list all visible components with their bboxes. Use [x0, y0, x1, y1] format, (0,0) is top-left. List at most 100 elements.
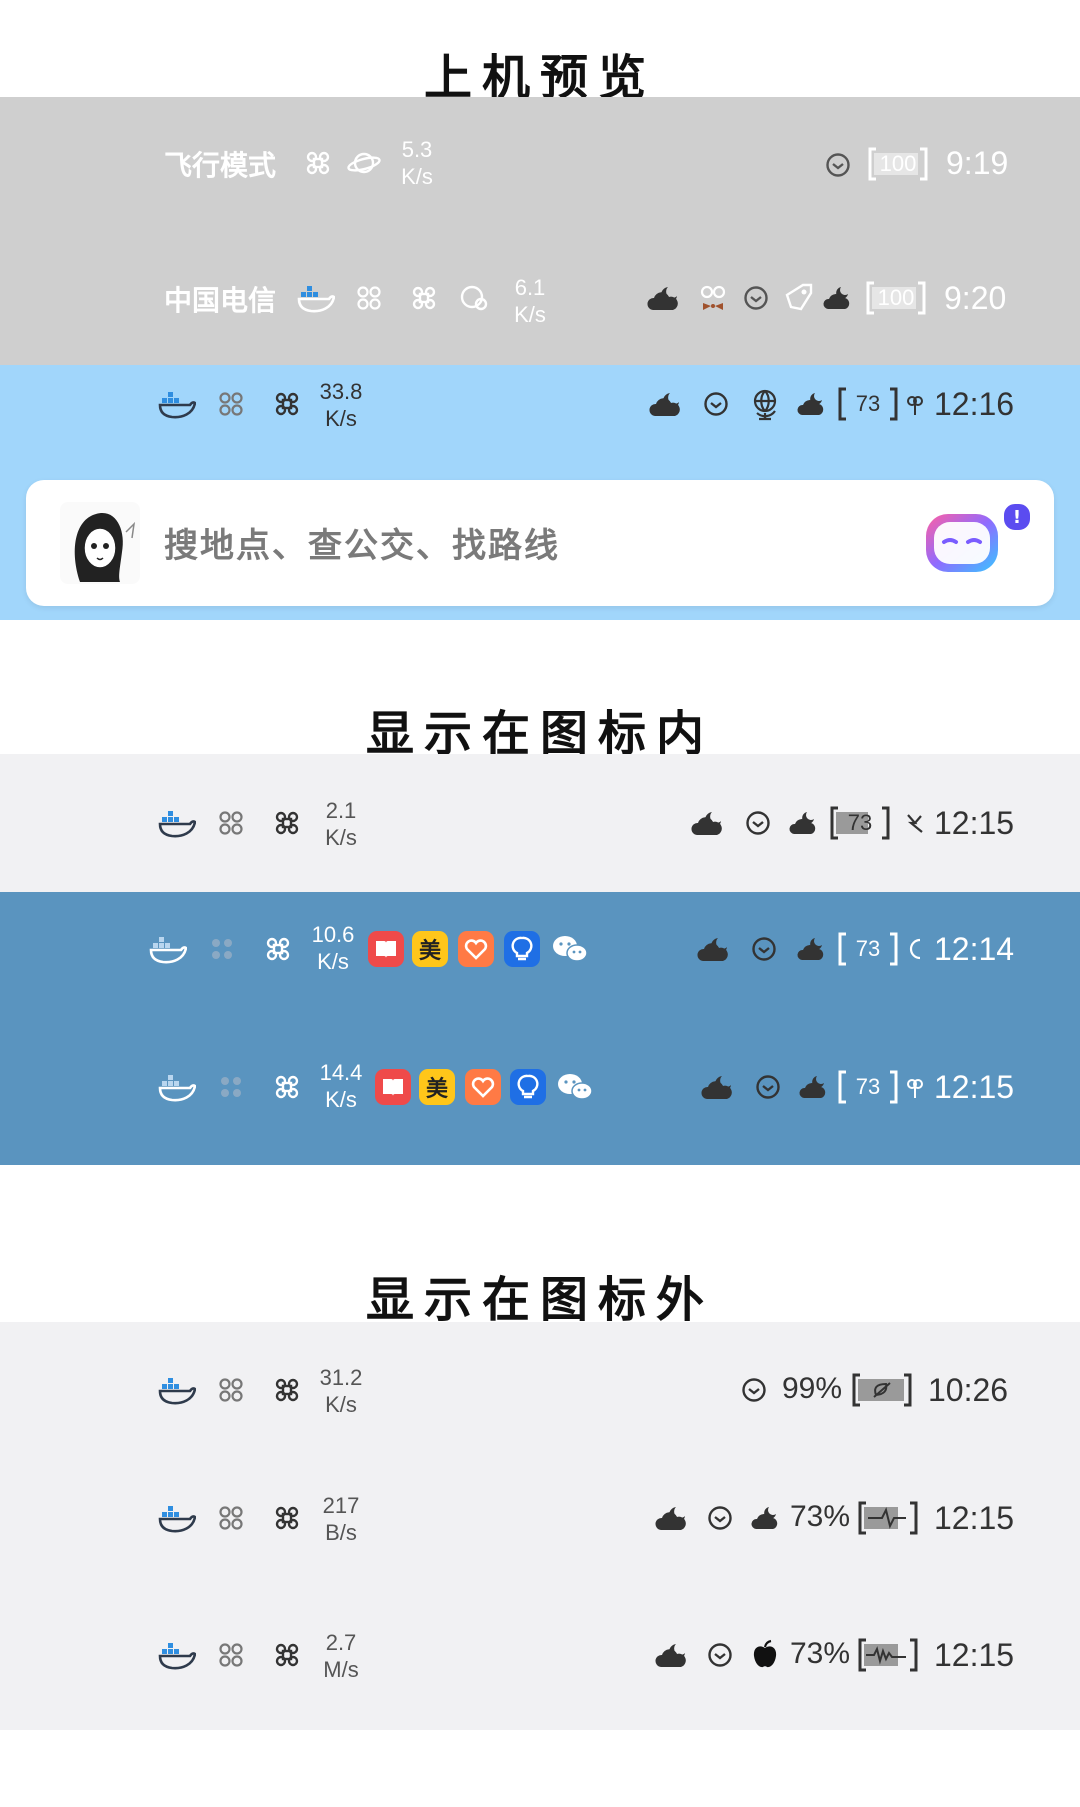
notification-badge: ! — [1002, 502, 1032, 532]
clock-time: 12:15 — [934, 1069, 1015, 1105]
clock-time: 10:26 — [928, 1372, 1009, 1408]
net-speed-value: 33.8 — [319, 379, 363, 404]
carrier-label: 中国电信 — [164, 284, 277, 317]
net-speed-unit: K/s — [325, 1087, 357, 1112]
clock-face-icon — [706, 1641, 734, 1669]
meituan-app-icon: 美 — [419, 1069, 455, 1105]
docker-whale-icon — [157, 1372, 197, 1408]
battery-level: 73 — [847, 810, 873, 835]
four-dots-icon — [217, 1504, 245, 1532]
clock-face-icon — [702, 390, 730, 418]
clock-face-icon — [744, 809, 772, 837]
charging-flower-icon — [904, 1075, 926, 1101]
clock-time: 12:15 — [934, 805, 1015, 841]
carrier-label: 飞行模式 — [164, 149, 277, 182]
moon-cloud-icon — [796, 935, 826, 963]
moon-cloud-icon — [798, 1073, 828, 1101]
book-app-icon — [368, 931, 404, 967]
net-speed-unit: K/s — [325, 825, 357, 850]
clock-time: 9:19 — [946, 145, 1009, 181]
status-row-outside-1: 31.2 K/s 99% 10:26 — [0, 1340, 1080, 1440]
net-speed-value: 14.4 — [319, 1060, 363, 1085]
meituan-app-icon: 美 — [412, 931, 448, 967]
moon-charge-icon — [906, 937, 928, 961]
status-row-outside-2: 217 B/s 73% 12:15 — [0, 1468, 1080, 1568]
status-row-telecom: 中国电信 6.1 K/s 100 9:20 — [0, 250, 1080, 350]
command-key-icon — [264, 935, 292, 963]
four-dots-icon — [208, 935, 236, 963]
command-key-icon — [410, 284, 438, 312]
docker-whale-icon — [148, 931, 188, 967]
command-key-icon — [273, 1376, 301, 1404]
battery-indicator — [852, 1372, 912, 1408]
docker-whale-icon — [157, 1637, 197, 1673]
cloudy-night-icon — [648, 388, 684, 420]
battery-level: 100 — [879, 151, 917, 176]
net-speed-value: 6.1 — [514, 275, 546, 300]
four-dots-icon — [217, 1376, 245, 1404]
health-heart-app-icon — [465, 1069, 501, 1105]
net-speed-unit: K/s — [325, 406, 357, 431]
map-search-bar[interactable]: 搜地点、查公交、找路线 ! — [26, 480, 1054, 606]
cloudy-night-icon — [646, 282, 682, 314]
moon-cloud-icon — [822, 284, 852, 312]
lightbulb-app-icon — [504, 931, 540, 967]
docker-whale-icon — [157, 386, 197, 422]
planet-icon — [346, 145, 382, 181]
net-speed-value: 217 — [322, 1493, 360, 1518]
battery-indicator: 73 — [838, 1069, 898, 1105]
search-input[interactable]: 搜地点、查公交、找路线 — [164, 518, 560, 567]
battery-indicator: 73 — [838, 931, 898, 967]
net-speed-unit: B/s — [325, 1520, 357, 1545]
command-key-icon — [273, 1504, 301, 1532]
heading-outside: 显示在图标外 — [365, 1272, 714, 1328]
status-row-outside-3: 2.7 M/s 73% 12:15 — [0, 1605, 1080, 1705]
clock-face-icon — [750, 935, 778, 963]
bolt-icon — [904, 811, 926, 835]
four-dots-icon — [217, 809, 245, 837]
bow-tie-icon — [697, 282, 729, 314]
four-dots-icon — [217, 1641, 245, 1669]
moon-cloud-icon — [788, 809, 818, 837]
cloudy-night-icon — [690, 807, 726, 839]
clock-time: 12:16 — [934, 386, 1015, 422]
net-speed-unit: K/s — [514, 302, 546, 327]
clock-time: 12:15 — [934, 1637, 1015, 1673]
clock-face-icon — [742, 284, 770, 312]
command-key-icon — [273, 390, 301, 418]
docker-whale-icon — [296, 280, 336, 316]
health-heart-app-icon — [458, 931, 494, 967]
clock-face-icon — [740, 1376, 768, 1404]
net-speed-value: 2.1 — [325, 798, 357, 823]
assistant-button[interactable] — [920, 504, 1004, 580]
rocket-icon — [782, 280, 816, 314]
battery-percent: 73% — [790, 1500, 851, 1533]
clock-time: 9:20 — [944, 280, 1007, 316]
status-row-airplane: 飞行模式 5.3 K/s 100 9:19 — [0, 115, 1080, 215]
battery-indicator: 100 — [866, 280, 926, 316]
battery-indicator — [858, 1637, 918, 1673]
net-speed-value: 31.2 — [319, 1365, 363, 1390]
docker-whale-icon — [157, 1069, 197, 1105]
avatar[interactable] — [60, 502, 140, 584]
battery-indicator: 73 — [838, 386, 898, 422]
battery-percent: 99% — [782, 1372, 843, 1405]
battery-indicator: 100 — [868, 146, 928, 182]
bubble-icon — [458, 282, 490, 314]
battery-level: 73 — [855, 936, 881, 961]
cloudy-night-icon — [696, 933, 732, 965]
apple-icon — [750, 1639, 780, 1669]
docker-whale-icon — [157, 805, 197, 841]
status-row-inside-blue-2: 14.4 K/s 美 73 12:15 — [0, 1037, 1080, 1137]
command-key-icon — [273, 809, 301, 837]
battery-percent: 73% — [790, 1637, 851, 1670]
net-speed-unit: K/s — [317, 949, 349, 974]
battery-indicator: 73 — [830, 805, 890, 841]
net-speed-unit: M/s — [323, 1657, 359, 1682]
globe-icon — [748, 386, 782, 422]
clock-face-icon — [754, 1073, 782, 1101]
net-speed-value: 5.3 — [401, 137, 433, 162]
command-key-icon — [273, 1073, 301, 1101]
docker-whale-icon — [157, 1500, 197, 1536]
battery-indicator — [858, 1500, 918, 1536]
